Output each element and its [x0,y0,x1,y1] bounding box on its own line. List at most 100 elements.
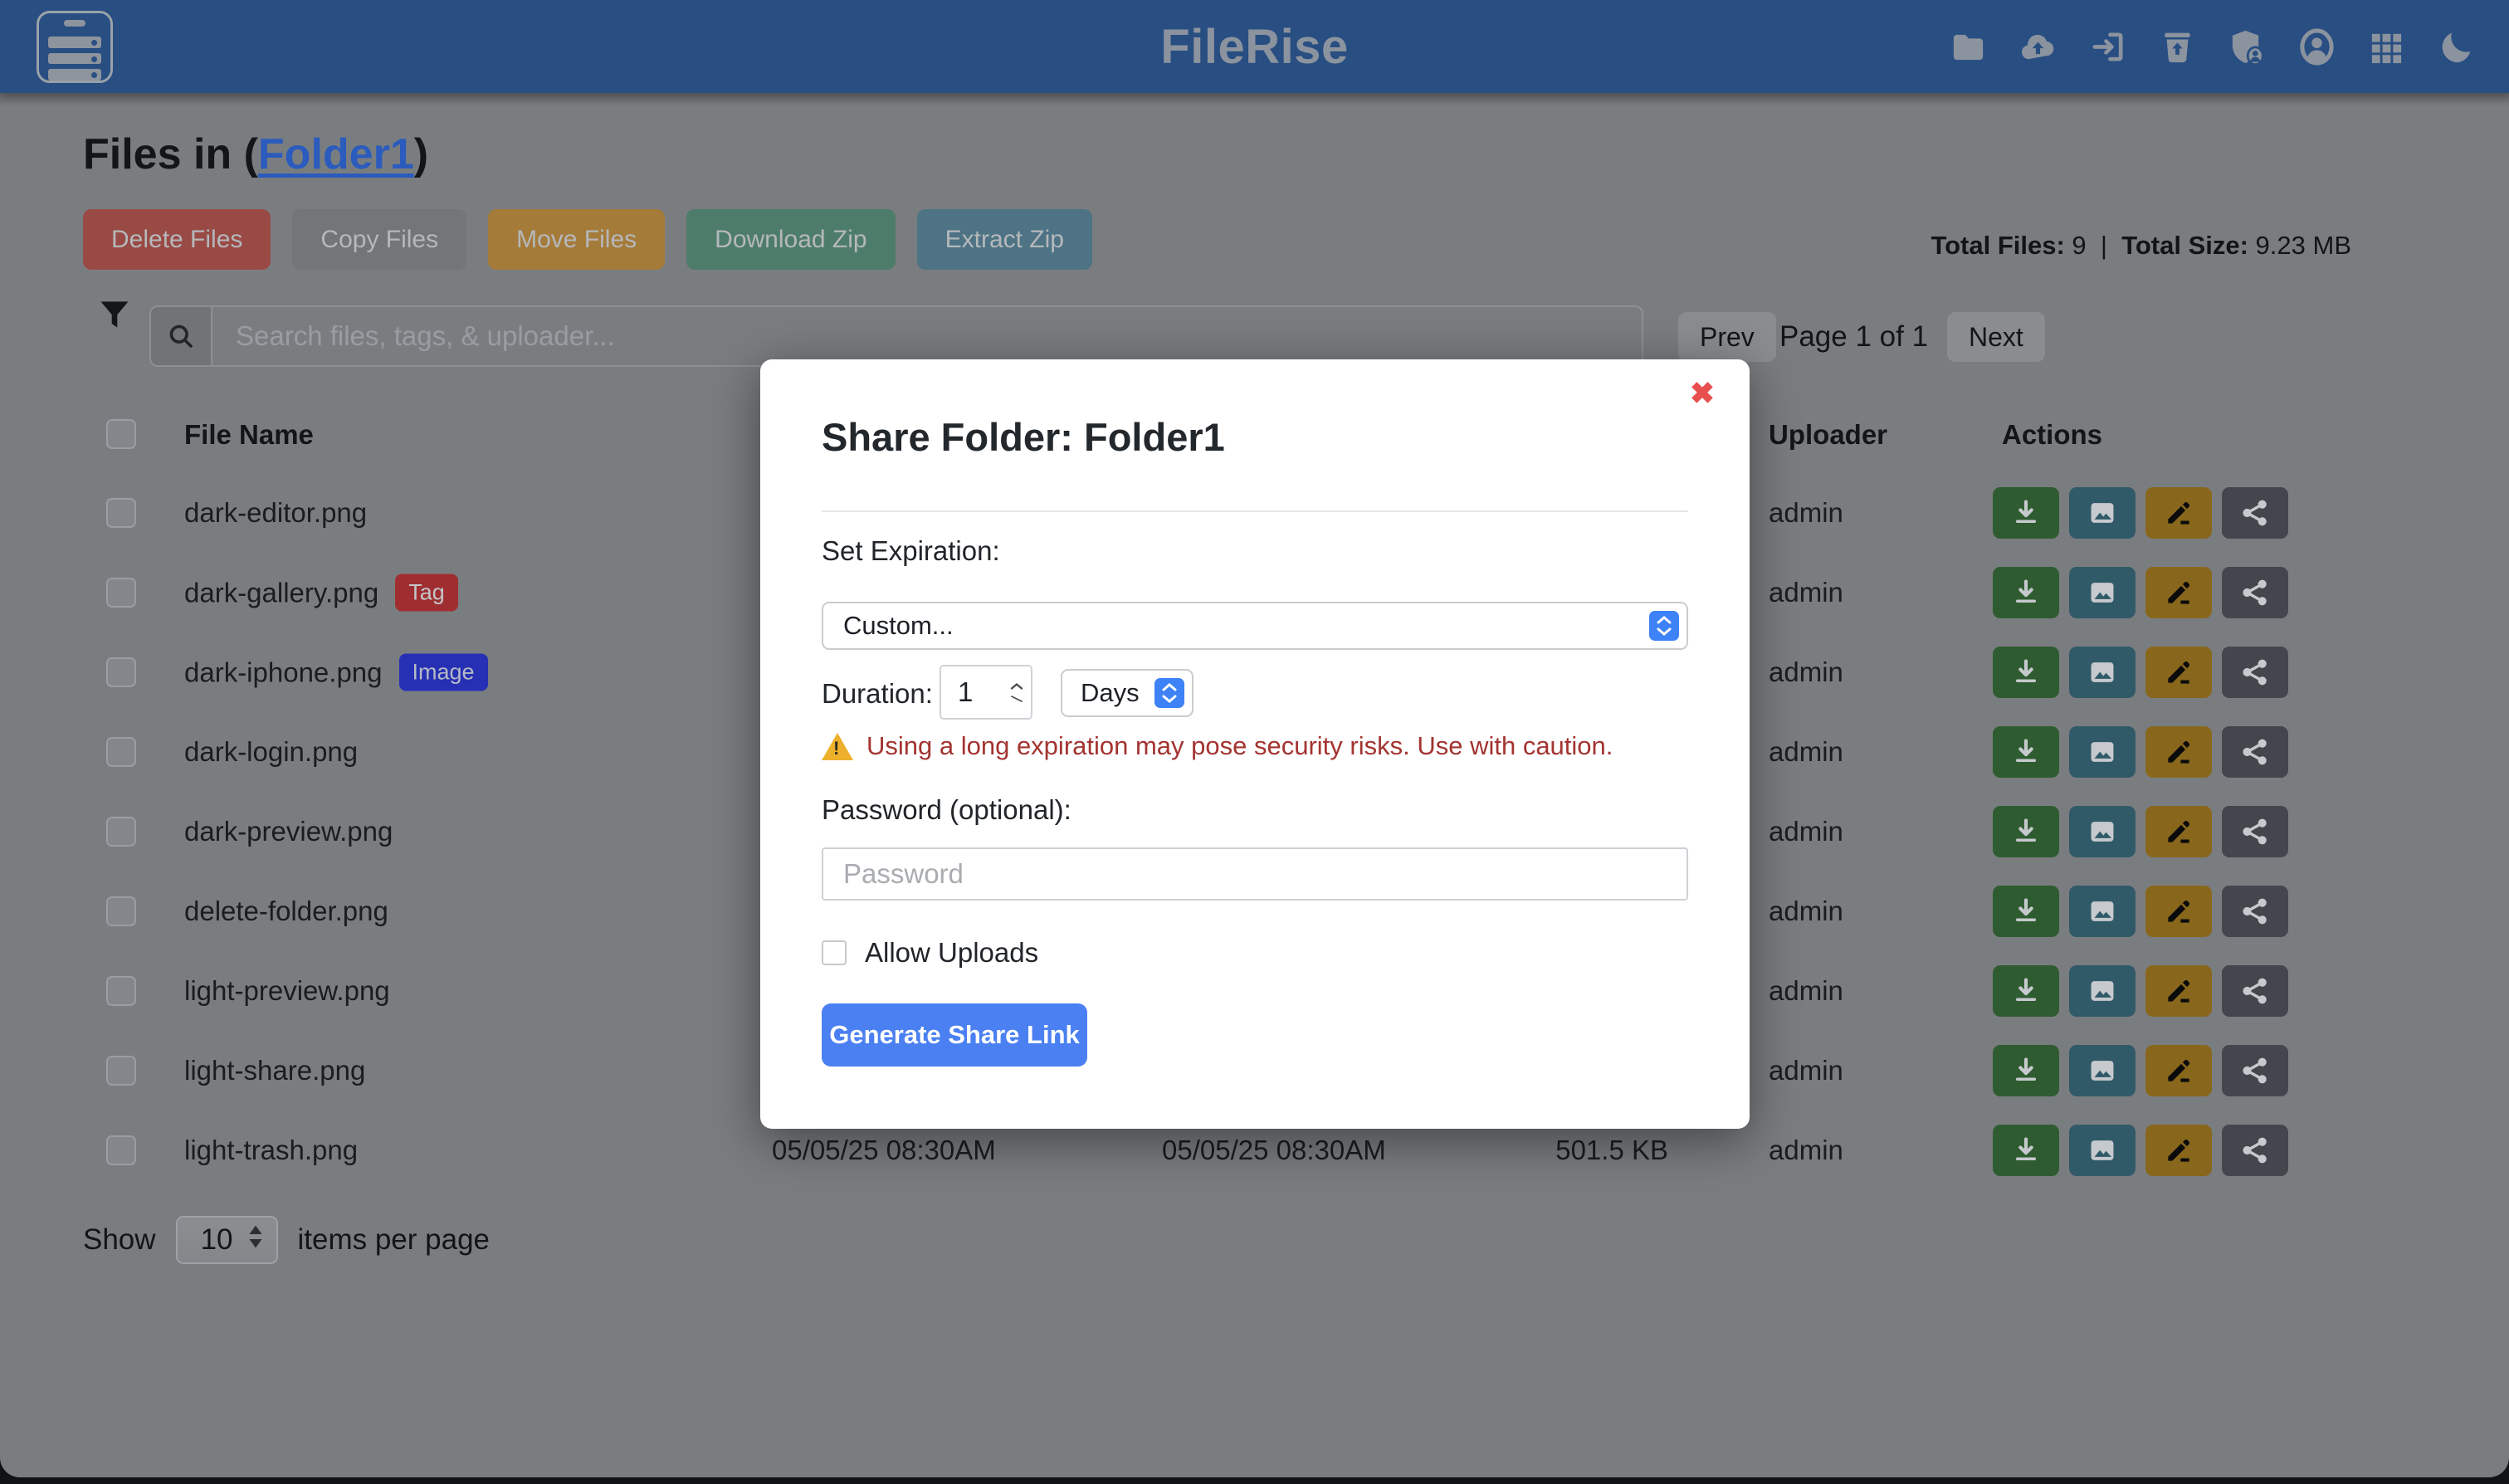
folder-breadcrumb-link[interactable]: Folder1 [258,130,414,178]
preview-image-button[interactable] [2069,1045,2136,1096]
share-button[interactable] [2222,886,2288,937]
download-button[interactable] [1993,1045,2059,1096]
column-header-uploader[interactable]: Uploader [1769,419,1887,451]
edit-rename-button[interactable] [2145,1045,2212,1096]
row-checkbox[interactable] [106,1056,136,1086]
duration-unit-select[interactable]: Days [1061,669,1193,717]
warning-icon [822,733,853,760]
prev-page-button[interactable]: Prev [1678,312,1776,362]
expiration-label: Set Expiration: [822,535,1000,567]
file-name-cell[interactable]: dark-iphone.pngImage [184,654,488,691]
download-files-button[interactable]: Download Zip [686,209,895,270]
share-button[interactable] [2222,965,2288,1017]
search-bar [149,305,1643,367]
row-actions [1993,1125,2288,1176]
trash-restore-icon[interactable] [2158,27,2197,66]
preview-image-button[interactable] [2069,965,2136,1017]
uploader-cell: admin [1769,497,1843,529]
user-profile-icon[interactable] [2297,27,2336,66]
row-checkbox[interactable] [106,498,136,528]
allow-uploads-checkbox[interactable] [822,940,847,965]
file-size-cell: 501.5 KB [1411,1135,1668,1166]
move-files-button[interactable]: Move Files [488,209,665,270]
download-button[interactable] [1993,487,2059,539]
row-actions [1993,487,2288,539]
filter-icon[interactable] [96,295,133,332]
download-button[interactable] [1993,806,2059,857]
delete-files-button[interactable]: Delete Files [83,209,271,270]
file-name-cell[interactable]: light-preview.png [184,975,390,1007]
row-checkbox[interactable] [106,737,136,767]
row-checkbox[interactable] [106,817,136,847]
row-checkbox[interactable] [106,896,136,926]
edit-rename-button[interactable] [2145,1125,2212,1176]
preview-image-button[interactable] [2069,487,2136,539]
file-name-cell[interactable]: delete-folder.png [184,896,388,927]
duration-label: Duration: [822,678,933,710]
download-button[interactable] [1993,647,2059,698]
preview-image-button[interactable] [2069,886,2136,937]
dark-mode-moon-icon[interactable] [2437,27,2476,66]
file-name-cell[interactable]: light-trash.png [184,1135,358,1166]
number-spinner-icon[interactable] [1009,682,1024,703]
file-name-cell[interactable]: dark-preview.png [184,816,393,847]
download-button[interactable] [1993,886,2059,937]
share-password-input[interactable] [822,847,1688,901]
row-checkbox[interactable] [106,1135,136,1165]
row-checkbox[interactable] [106,976,136,1006]
share-button[interactable] [2222,567,2288,618]
grid-view-icon[interactable] [2367,27,2406,66]
next-page-button[interactable]: Next [1947,312,2045,362]
preview-image-button[interactable] [2069,567,2136,618]
row-checkbox[interactable] [106,657,136,687]
file-name-cell[interactable]: light-share.png [184,1055,365,1086]
upload-cloud-icon[interactable] [2018,27,2057,66]
select-all-checkbox[interactable] [106,419,136,449]
edit-rename-button[interactable] [2145,965,2212,1017]
file-name-cell[interactable]: dark-login.png [184,736,358,768]
preview-image-button[interactable] [2069,1125,2136,1176]
edit-rename-button[interactable] [2145,647,2212,698]
totals-summary: Total Files: 9 | Total Size: 9.23 MB [1931,231,2351,261]
items-per-page-select[interactable]: 10 [176,1216,278,1264]
file-name-cell[interactable]: dark-editor.png [184,497,367,529]
download-button[interactable] [1993,965,2059,1017]
search-icon[interactable] [151,307,212,365]
download-button[interactable] [1993,567,2059,618]
share-button[interactable] [2222,647,2288,698]
edit-rename-button[interactable] [2145,886,2212,937]
preview-image-button[interactable] [2069,647,2136,698]
download-button[interactable] [1993,1125,2059,1176]
extract-files-button[interactable]: Extract Zip [917,209,1092,270]
share-button[interactable] [2222,726,2288,778]
edit-rename-button[interactable] [2145,726,2212,778]
app-header: FileRise [0,0,2509,93]
row-checkbox[interactable] [106,578,136,608]
preview-image-button[interactable] [2069,806,2136,857]
share-button[interactable] [2222,806,2288,857]
close-icon[interactable]: ✖ [1690,376,1715,411]
edit-rename-button[interactable] [2145,567,2212,618]
preview-image-button[interactable] [2069,726,2136,778]
folder-icon[interactable] [1949,27,1988,66]
generate-share-link-button[interactable]: Generate Share Link [822,1003,1087,1067]
sign-in-icon[interactable] [2088,27,2127,66]
download-button[interactable] [1993,726,2059,778]
share-button[interactable] [2222,487,2288,539]
row-actions [1993,965,2288,1017]
tag-badge: Tag [395,574,458,612]
uploader-cell: admin [1769,736,1843,768]
edit-rename-button[interactable] [2145,487,2212,539]
share-button[interactable] [2222,1125,2288,1176]
expiration-select[interactable]: Custom... [822,602,1688,650]
column-header-file-name[interactable]: File Name [184,419,314,451]
edit-rename-button[interactable] [2145,806,2212,857]
file-name-cell[interactable]: dark-gallery.pngTag [184,574,458,612]
admin-shield-icon[interactable] [2228,27,2267,66]
allow-uploads-row: Allow Uploads [822,937,1038,969]
share-button[interactable] [2222,1045,2288,1096]
search-input[interactable] [212,307,1642,365]
duration-value-input[interactable]: 1 [940,665,1032,720]
copy-files-button[interactable]: Copy Files [292,209,466,270]
page-size-control: Show 10 items per page [83,1216,490,1264]
